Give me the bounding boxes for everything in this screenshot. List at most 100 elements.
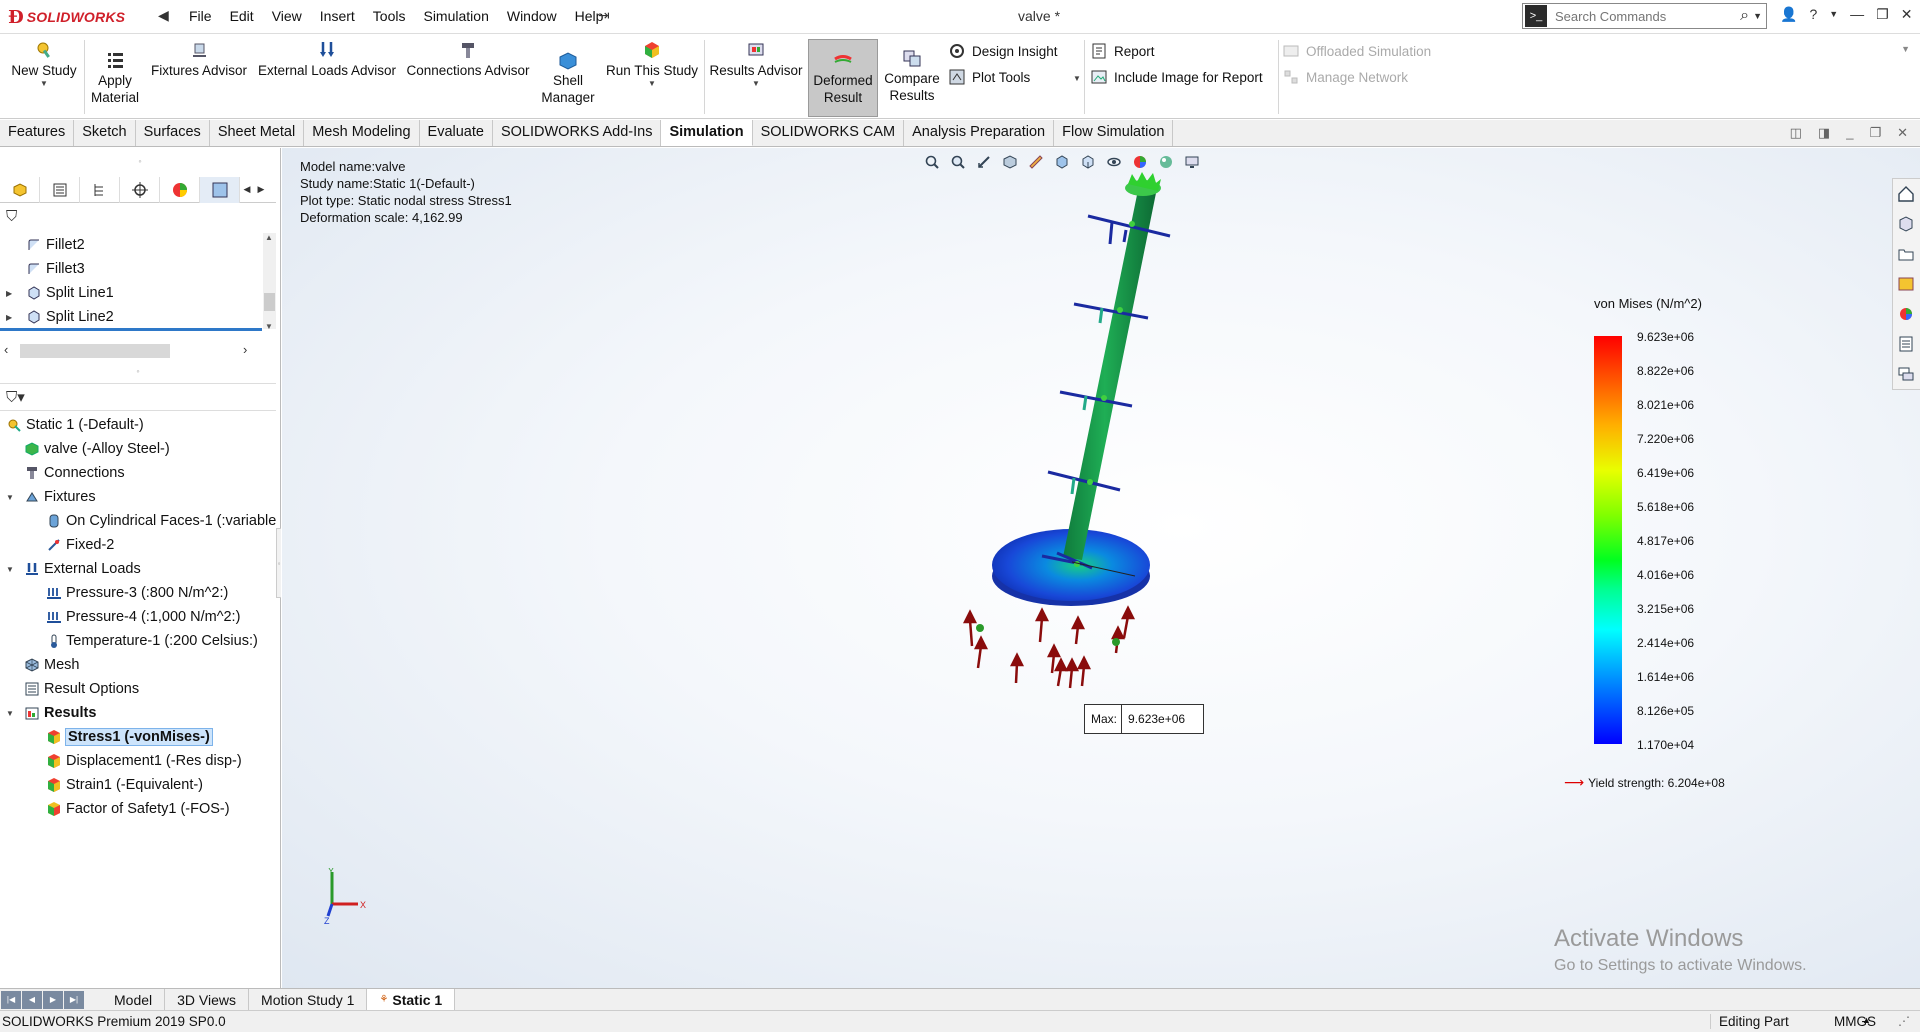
tree-item-fillet3[interactable]: Fillet3 — [0, 257, 262, 281]
collapse-icon[interactable]: ▼ — [6, 565, 14, 574]
tree-item-fillet2[interactable]: Fillet2 — [0, 233, 262, 257]
sim-tree-item[interactable]: ▼ Fixtures — [0, 485, 281, 509]
file-explorer-icon[interactable] — [1893, 239, 1919, 269]
last-tab-icon[interactable]: ▶| — [64, 990, 84, 1009]
feature-manager-tab[interactable] — [0, 177, 40, 203]
scroll-left-icon[interactable]: ‹ — [4, 342, 8, 357]
sim-tree-item[interactable]: Mesh — [0, 653, 281, 677]
sim-tree-item[interactable]: Factor of Safety1 (-FOS-) — [0, 797, 281, 821]
collapse-icon[interactable]: ▼ — [6, 709, 14, 718]
tab-flow-simulation[interactable]: Flow Simulation — [1054, 120, 1174, 146]
shell-manager-button[interactable]: Shell Manager — [538, 50, 598, 106]
help-dropdown-icon[interactable]: ▼ — [1829, 9, 1838, 23]
expand-icon[interactable]: ▶ — [6, 289, 12, 298]
connections-advisor-button[interactable]: Connections Advisor — [404, 40, 532, 79]
sim-tree-item[interactable]: ▼ External Loads — [0, 557, 281, 581]
plot-tools-caret-icon[interactable]: ▼ — [1073, 74, 1081, 83]
tree-item-split-line1[interactable]: ▶ Split Line1 — [0, 281, 262, 305]
horizontal-scrollbar[interactable]: ‹ › — [0, 341, 262, 361]
tile-right-icon[interactable]: ◨ — [1818, 125, 1830, 141]
search-icon[interactable]: ⌕ — [1740, 7, 1749, 25]
report-button[interactable]: Report — [1090, 42, 1155, 60]
tab-analysis-preparation[interactable]: Analysis Preparation — [904, 120, 1055, 146]
tab-mesh-modeling[interactable]: Mesh Modeling — [304, 120, 420, 146]
manage-network-button[interactable]: Manage Network — [1282, 68, 1408, 86]
filter-icon[interactable]: ⛉ — [6, 208, 17, 225]
custom-properties-icon[interactable] — [1893, 329, 1919, 359]
property-manager-tab[interactable] — [40, 177, 80, 203]
sim-tree-item[interactable]: Static 1 (-Default-) — [0, 413, 281, 437]
menu-tools[interactable]: Tools — [364, 8, 415, 24]
tab-surfaces[interactable]: Surfaces — [136, 120, 210, 146]
menu-collapse-arrow-icon[interactable]: ◀ — [158, 7, 169, 24]
menu-file[interactable]: File — [180, 8, 221, 24]
collapse-icon[interactable]: ▼ — [6, 493, 14, 502]
menu-insert[interactable]: Insert — [311, 8, 364, 24]
menu-view[interactable]: View — [263, 8, 311, 24]
scroll-right-icon[interactable]: › — [243, 342, 247, 357]
sim-tree-item[interactable]: Result Options — [0, 677, 281, 701]
bottom-tab-motion-study-1[interactable]: Motion Study 1 — [249, 988, 368, 1011]
close-icon[interactable]: ✕ — [1901, 6, 1913, 23]
doc-close-icon[interactable]: ✕ — [1897, 125, 1908, 141]
sim-tree-item[interactable]: Stress1 (-vonMises-) — [0, 725, 281, 749]
first-tab-icon[interactable]: |◀ — [1, 990, 21, 1009]
appearances-icon[interactable] — [1893, 299, 1919, 329]
unit-system-arrow-icon[interactable]: ▲ — [1862, 1015, 1871, 1025]
scroll-down-icon[interactable]: ▼ — [265, 322, 273, 331]
search-dropdown-icon[interactable]: ▼ — [1753, 11, 1762, 21]
legend-color-bar[interactable] — [1594, 336, 1622, 744]
help-icon[interactable]: ? — [1809, 6, 1817, 23]
bottom-tab-3d-views[interactable]: 3D Views — [165, 988, 250, 1011]
pane-grip[interactable]: ◦ — [0, 156, 280, 167]
tab-scroll-right-icon[interactable]: ▶ — [254, 177, 268, 202]
expand-icon[interactable]: ▶ — [6, 313, 12, 322]
prev-tab-icon[interactable]: ◀ — [22, 990, 42, 1009]
stress-plot-model[interactable] — [282, 148, 1582, 868]
sim-tree-item[interactable]: Temperature-1 (:200 Celsius:) — [0, 629, 281, 653]
rollback-bar[interactable] — [0, 328, 262, 331]
display-manager-tab[interactable] — [160, 177, 200, 203]
solidworks-logo[interactable]: Ɖ SOLIDWORKS — [8, 5, 125, 29]
sim-tree-item[interactable]: valve (-Alloy Steel-) — [0, 437, 281, 461]
view-palette-icon[interactable] — [1893, 269, 1919, 299]
doc-minimize-icon[interactable]: _ — [1846, 125, 1853, 141]
sim-tree-item[interactable]: Fixed-2 — [0, 533, 281, 557]
menu-window[interactable]: Window — [498, 8, 566, 24]
scroll-thumb[interactable] — [264, 293, 275, 311]
scroll-thumb[interactable] — [20, 344, 170, 358]
ribbon-options-caret-icon[interactable]: ▼ — [1901, 44, 1910, 54]
tab-solidworks-add-ins[interactable]: SOLIDWORKS Add-Ins — [493, 120, 662, 146]
deformed-result-button[interactable]: Deformed Result — [808, 39, 878, 117]
restore-icon[interactable]: ❐ — [1876, 6, 1889, 23]
offloaded-simulation-button[interactable]: Offloaded Simulation — [1282, 42, 1431, 60]
max-value-annotation[interactable]: Max: 9.623e+06 — [1084, 704, 1205, 734]
dimxpert-manager-tab[interactable] — [120, 177, 160, 203]
sim-tree-item[interactable]: Pressure-4 (:1,000 N/m^2:) — [0, 605, 281, 629]
search-input[interactable] — [1547, 5, 1741, 27]
sim-tree-item[interactable]: Displacement1 (-Res disp-) — [0, 749, 281, 773]
sim-tree-item[interactable]: On Cylindrical Faces-1 (:variable — [0, 509, 281, 533]
tab-solidworks-cam[interactable]: SOLIDWORKS CAM — [753, 120, 905, 146]
external-loads-advisor-button[interactable]: External Loads Advisor — [256, 40, 398, 79]
sim-tree-item[interactable]: Pressure-3 (:800 N/m^2:) — [0, 581, 281, 605]
search-commands-box[interactable]: >_ ⌕ ▼ — [1522, 3, 1767, 29]
graphics-area[interactable]: Model name:valve Study name:Static 1(-De… — [282, 148, 1920, 988]
tab-evaluate[interactable]: Evaluate — [420, 120, 493, 146]
tab-features[interactable]: Features — [0, 120, 75, 146]
new-study-button[interactable]: New Study ▼ — [8, 40, 80, 89]
tile-left-icon[interactable]: ◫ — [1790, 125, 1802, 141]
pin-menu-icon[interactable]: ⇥ — [598, 7, 610, 24]
design-library-icon[interactable] — [1893, 209, 1919, 239]
pane-collapse-handle[interactable]: ◦ — [276, 528, 281, 598]
next-tab-icon[interactable]: ▶ — [43, 990, 63, 1009]
tab-scroll-left-icon[interactable]: ◀ — [240, 177, 254, 202]
results-advisor-button[interactable]: Results Advisor ▼ — [706, 40, 806, 89]
include-image-button[interactable]: Include Image for Report — [1090, 68, 1263, 86]
compare-results-button[interactable]: Compare Results — [882, 48, 942, 104]
fixtures-advisor-button[interactable]: Fixtures Advisor — [148, 40, 250, 79]
plot-tools-button[interactable]: Plot Tools — [948, 68, 1030, 86]
doc-restore-icon[interactable]: ❐ — [1869, 125, 1881, 141]
pane-splitter-grip[interactable]: ◦ — [0, 366, 276, 377]
scroll-up-icon[interactable]: ▲ — [265, 233, 273, 242]
